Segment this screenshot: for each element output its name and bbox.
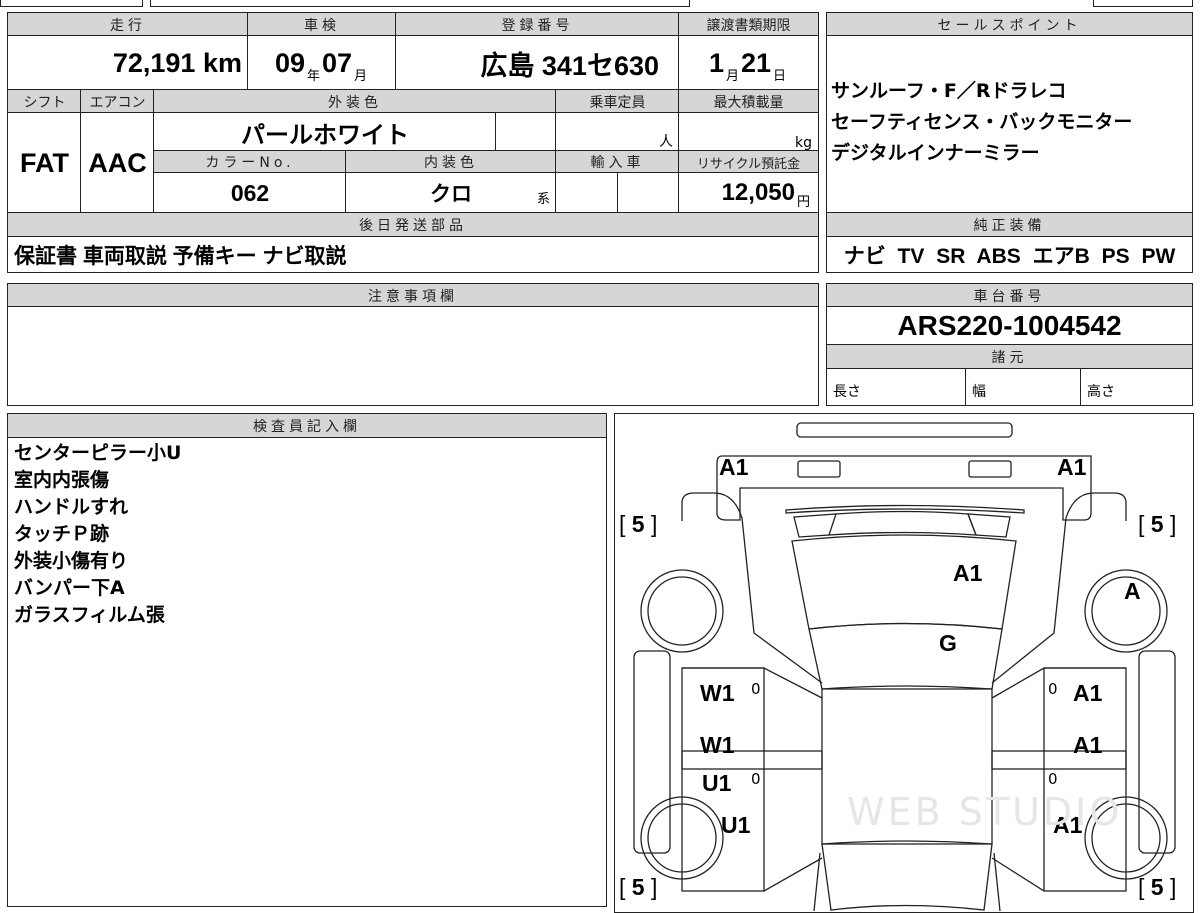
inspector-body: センターピラー小U 室内内張傷 ハンドルすれ タッチＰ跡 外装小傷有り バンパー… xyxy=(7,437,607,907)
zero-mark: 0 xyxy=(751,770,761,788)
mileage-value: 72,191 km xyxy=(7,35,249,91)
exterior-extra xyxy=(495,112,557,152)
top-strip-cell xyxy=(1093,0,1193,7)
interior-value: クロ系 xyxy=(345,172,557,214)
capacity-header: 乗車定員 xyxy=(555,89,680,114)
spec-width: 幅 xyxy=(965,368,1082,406)
spec-header: 諸元 xyxy=(826,344,1193,370)
inspector-line: ガラスフィルム張 xyxy=(14,604,165,626)
zero-mark: 0 xyxy=(1048,680,1058,698)
sales-line: デジタルインナーミラー xyxy=(831,142,1040,164)
later-parts-value: 保証書 車両取説 予備キー ナビ取説 xyxy=(7,236,819,273)
mark-hood: A1 xyxy=(953,560,983,586)
mark-wheel-fr: A xyxy=(1124,578,1141,604)
sales-point-header: セールスポイント xyxy=(826,12,1193,37)
inspector-line: 外装小傷有り xyxy=(14,550,129,572)
mark-door-r1: A1 xyxy=(1073,680,1103,706)
equipment-value: ナビ TV SR ABS エアB PS PW xyxy=(826,236,1193,273)
mark-door-l2b: U1 xyxy=(702,770,732,796)
sales-point-text: サンルーフ・F／Rドラレコ セーフティセンス・バックモニター デジタルインナーミ… xyxy=(827,36,1192,169)
inspection-header: 車検 xyxy=(247,12,397,37)
inspector-line: ハンドルすれ xyxy=(14,496,129,518)
sales-line: サンルーフ・F／Rドラレコ xyxy=(831,80,1067,102)
tire-fl: [ 5 ] xyxy=(619,511,658,537)
spec-length: 長さ xyxy=(826,368,967,406)
transfer-header: 譲渡書類期限 xyxy=(678,12,819,37)
mark-door-r2: A1 xyxy=(1073,732,1103,758)
notes-body xyxy=(7,306,819,406)
tire-rl: [ 5 ] xyxy=(619,874,658,900)
transfer-value: 1 月 21 日 xyxy=(678,35,819,91)
shift-header: シフト xyxy=(7,89,82,114)
top-strip-cell xyxy=(0,0,143,7)
inspector-line: タッチＰ跡 xyxy=(14,523,110,545)
mark-door-l2: W1 xyxy=(700,732,735,758)
notes-header: 注意事項欄 xyxy=(7,283,819,308)
inspector-line: 室内内張傷 xyxy=(14,469,110,491)
recycle-value: 12,050 円 xyxy=(678,172,819,214)
mark-roof-front: G xyxy=(939,630,957,656)
tire-rr: [ 5 ] xyxy=(1138,874,1177,900)
import-value-a xyxy=(555,172,619,214)
sales-line: セーフティセンス・バックモニター xyxy=(831,111,1133,133)
registration-header: 登録番号 xyxy=(395,12,680,37)
ac-header: エアコン xyxy=(80,89,155,114)
inspector-notes: センターピラー小U 室内内張傷 ハンドルすれ タッチＰ跡 外装小傷有り バンパー… xyxy=(8,438,606,631)
mark-door-l1: W1 xyxy=(700,680,735,706)
registration-value: 広島 341セ630 xyxy=(395,35,680,91)
ac-value: AAC xyxy=(80,112,155,214)
zero-mark: 0 xyxy=(1048,770,1058,788)
import-header: 輸入車 xyxy=(555,150,680,174)
inspector-line: センターピラー小U xyxy=(14,442,182,464)
maxload-value: kg xyxy=(678,112,819,152)
chassis-header: 車台番号 xyxy=(826,283,1193,308)
recycle-header: リサイクル預託金 xyxy=(678,150,819,174)
exterior-value: パールホワイト xyxy=(153,112,497,152)
chassis-value: ARS220-1004542 xyxy=(826,306,1193,346)
capacity-value: 人 xyxy=(555,112,680,152)
mark-rear-l: U1 xyxy=(721,812,751,838)
inspector-line: バンパー下A xyxy=(14,577,125,599)
color-no-header: カラーNo. xyxy=(153,150,347,174)
color-no-value: 062 xyxy=(153,172,347,214)
tire-fr: [ 5 ] xyxy=(1138,511,1177,537)
zero-mark: 0 xyxy=(751,680,761,698)
spec-height: 高さ xyxy=(1080,368,1193,406)
later-parts-header: 後日発送部品 xyxy=(7,212,819,238)
import-value-b xyxy=(617,172,680,214)
maxload-header: 最大積載量 xyxy=(678,89,819,114)
top-strip-cell xyxy=(150,0,690,7)
inspection-value: 09 年 07 月 xyxy=(247,35,397,91)
interior-header: 内装色 xyxy=(345,150,557,174)
car-outline-icon xyxy=(633,422,1176,912)
shift-value: FAT xyxy=(7,112,82,214)
mileage-header: 走行 xyxy=(7,12,249,37)
sales-point-body: サンルーフ・F／Rドラレコ セーフティセンス・バックモニター デジタルインナーミ… xyxy=(826,35,1193,214)
mark-front-left: A1 xyxy=(719,454,749,480)
watermark: WEB STUDIO xyxy=(847,790,1123,834)
inspector-header: 検査員記入欄 xyxy=(7,413,607,439)
exterior-header: 外装色 xyxy=(153,89,557,114)
car-diagram: A1 A1 A1 A G W1 A1 W1 U1 A1 U1 A1 0 0 0 … xyxy=(614,413,1194,913)
mark-front-right: A1 xyxy=(1057,454,1087,480)
equipment-header: 純正装備 xyxy=(826,212,1193,238)
